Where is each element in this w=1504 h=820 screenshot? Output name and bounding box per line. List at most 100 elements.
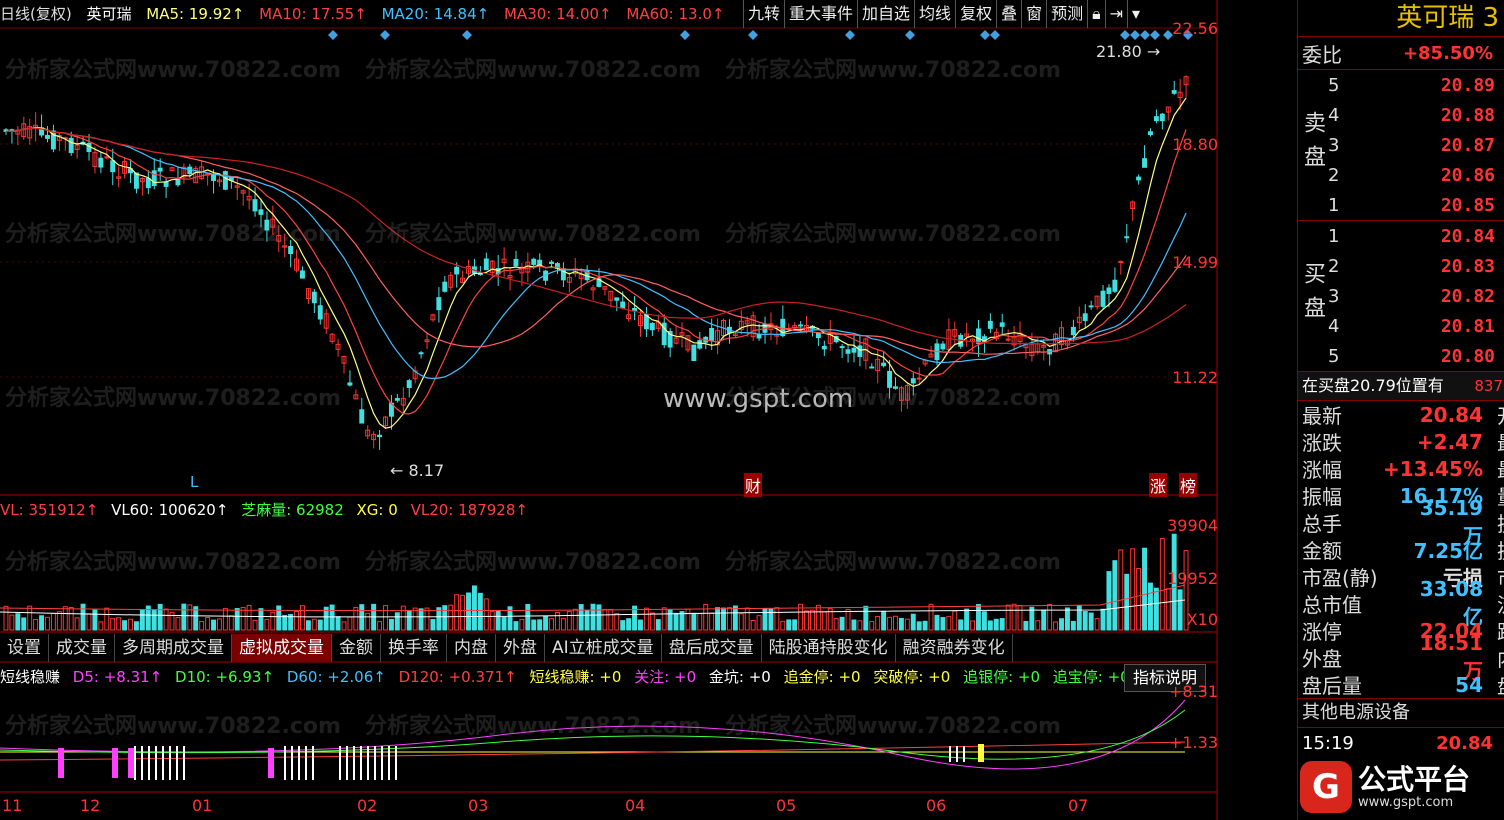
buy-note: 在买盘20.79位置有 837 — [1298, 372, 1504, 401]
event-diamond-icon — [328, 30, 338, 40]
candle-body — [394, 398, 400, 401]
tab-turnover[interactable]: 换手率 — [381, 634, 447, 662]
volume-bar — [839, 616, 845, 631]
tab-margin[interactable]: 融资融券变化 — [896, 634, 1013, 662]
tab-settings[interactable]: 设置 — [0, 634, 49, 662]
volume-bar — [1011, 603, 1017, 631]
toolbar-ma[interactable]: 均线 — [914, 0, 955, 28]
volume-bar — [460, 594, 466, 631]
volume-bar — [365, 612, 371, 631]
tab-hk-connect[interactable]: 陆股通持股变化 — [762, 634, 896, 662]
period-label[interactable]: 日线(复权) — [0, 5, 72, 23]
sell-row-3[interactable]: 3 20.87 — [1326, 130, 1504, 160]
volume-bar — [964, 608, 970, 631]
volume-bar — [993, 618, 999, 631]
goto-end-icon[interactable]: ⇥ — [1104, 0, 1127, 28]
indicator-tick-1: +8.31 — [1168, 682, 1218, 701]
tab-virtual-volume[interactable]: 虚拟成交量 — [232, 634, 332, 662]
tab-amount[interactable]: 金额 — [332, 634, 381, 662]
sell-row-2[interactable]: 2 20.86 — [1326, 160, 1504, 190]
event-diamond-icon — [748, 30, 758, 40]
candle-body — [258, 209, 264, 215]
bg-watermark: 分析家公式网www.70822.com — [5, 550, 341, 575]
zhima-value: 芝麻量: 62982 — [241, 501, 344, 519]
volume-bar — [519, 618, 525, 631]
volume-bar — [199, 620, 205, 631]
volume-bar — [537, 619, 543, 631]
candle-body — [436, 297, 442, 311]
toolbar-overlay[interactable]: 叠 — [996, 0, 1021, 28]
tab-ai-volume[interactable]: AI立桩成交量 — [545, 634, 662, 662]
volume-bar — [21, 617, 27, 631]
buy-row-3[interactable]: 3 20.82 — [1326, 281, 1504, 311]
volume-bar — [33, 618, 39, 631]
candle-body — [869, 366, 875, 369]
volume-bar — [1070, 620, 1076, 631]
candle-body — [377, 434, 383, 438]
toolbar-add-watchlist[interactable]: 加自选 — [857, 0, 914, 28]
toolbar-adjust[interactable]: 复权 — [955, 0, 996, 28]
tab-inner[interactable]: 内盘 — [447, 634, 496, 662]
sell-row-4[interactable]: 4 20.88 — [1326, 100, 1504, 130]
volume-bar — [638, 619, 643, 631]
month-label: 06 — [926, 796, 947, 815]
volume-bar — [383, 605, 388, 631]
indicator-bar — [112, 748, 118, 778]
marker-limit-up[interactable]: 涨 — [1149, 473, 1168, 497]
candle-body — [691, 344, 697, 362]
candle-body — [632, 308, 638, 311]
volume-bar — [211, 619, 216, 631]
buy-row-2[interactable]: 2 20.83 — [1326, 251, 1504, 281]
month-label: 02 — [357, 796, 378, 815]
sector-label[interactable]: 其他电源设备 — [1298, 699, 1504, 728]
volume-bar — [181, 603, 187, 631]
volume-bar — [851, 619, 857, 631]
volume-bar — [74, 617, 80, 631]
buy-row-4[interactable]: 4 20.81 — [1326, 311, 1504, 341]
volume-bar — [377, 621, 383, 631]
bg-watermark: 分析家公式网www.70822.com — [5, 222, 341, 247]
sell-row-5[interactable]: 5 20.89 — [1326, 70, 1504, 100]
tab-multi-period-volume[interactable]: 多周期成交量 — [115, 634, 232, 662]
volume-bar — [1112, 560, 1118, 631]
volume-bar — [56, 611, 62, 631]
volume-bar — [543, 615, 549, 631]
ma60-value: MA60: 13.0↑ — [626, 5, 725, 23]
vl-value: VL: 351912↑ — [0, 501, 99, 519]
volume-bar — [1035, 620, 1041, 631]
toolbar-window[interactable]: 窗 — [1021, 0, 1046, 28]
sell-row-1[interactable]: 1 20.85 — [1326, 190, 1504, 220]
candle-body — [1005, 338, 1011, 341]
volume-bar — [400, 605, 406, 631]
tab-after-hours-volume[interactable]: 盘后成交量 — [662, 634, 762, 662]
marker-finance[interactable]: 财 — [744, 473, 763, 497]
volume-bar — [335, 616, 341, 631]
lock-icon[interactable]: 🔒︎ — [1087, 0, 1105, 28]
candle-body — [537, 259, 543, 266]
buy-row-5[interactable]: 5 20.80 — [1326, 341, 1504, 371]
volume-bar — [68, 606, 74, 631]
indicator-bar — [978, 744, 984, 762]
buy-row-1[interactable]: 1 20.84 — [1326, 221, 1504, 251]
toolbar-forecast[interactable]: 预测 — [1046, 0, 1087, 28]
candle-body — [454, 266, 460, 275]
ma10-value: MA10: 17.55↑ — [259, 5, 367, 23]
volume-bar — [1118, 549, 1124, 631]
d5-value: D5: +8.31↑ — [72, 668, 163, 686]
ma20-line — [5, 127, 1187, 380]
chevron-down-icon[interactable]: ▾ — [1127, 0, 1144, 28]
marker-list[interactable]: 榜 — [1179, 473, 1198, 497]
volume-bar — [205, 617, 211, 631]
volume-bar — [466, 592, 471, 631]
candle-body — [1171, 90, 1177, 94]
candle-body — [1070, 326, 1076, 336]
toolbar-jiuzhuan[interactable]: 九转 — [743, 0, 784, 28]
tab-volume[interactable]: 成交量 — [49, 634, 115, 662]
bg-watermark: 分析家公式网www.70822.com — [5, 386, 341, 411]
volume-bar — [276, 605, 282, 631]
candle-body — [1159, 113, 1165, 122]
volume-bar — [1053, 621, 1059, 631]
tab-outer[interactable]: 外盘 — [496, 634, 545, 662]
candle-body — [531, 258, 537, 265]
toolbar-major-events[interactable]: 重大事件 — [784, 0, 857, 28]
